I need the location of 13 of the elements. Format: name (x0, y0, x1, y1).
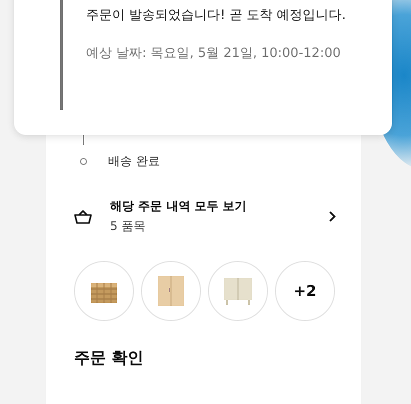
section-title: 주문 확인 (74, 348, 145, 369)
step-label: 배송 완료 (108, 153, 160, 170)
item-count: 5 품목 (110, 218, 146, 235)
product-thumbnail[interactable] (141, 261, 201, 321)
more-items[interactable]: +2 (275, 261, 335, 321)
product-thumbnail[interactable] (74, 261, 134, 321)
chevron-right-icon (328, 211, 336, 222)
notice-message: 주문이 발송되었습니다! 곧 도착 예정입니다. (86, 7, 346, 24)
order-items-link[interactable]: 해당 주문 내역 모두 보기 5 품목 (74, 198, 336, 235)
product-thumbnail[interactable] (208, 261, 268, 321)
link-title: 해당 주문 내역 모두 보기 (110, 198, 248, 215)
basket-icon (74, 210, 92, 224)
delivery-estimate: 예상 날짜: 목요일, 5월 21일, 10:00-12:00 (86, 45, 342, 62)
